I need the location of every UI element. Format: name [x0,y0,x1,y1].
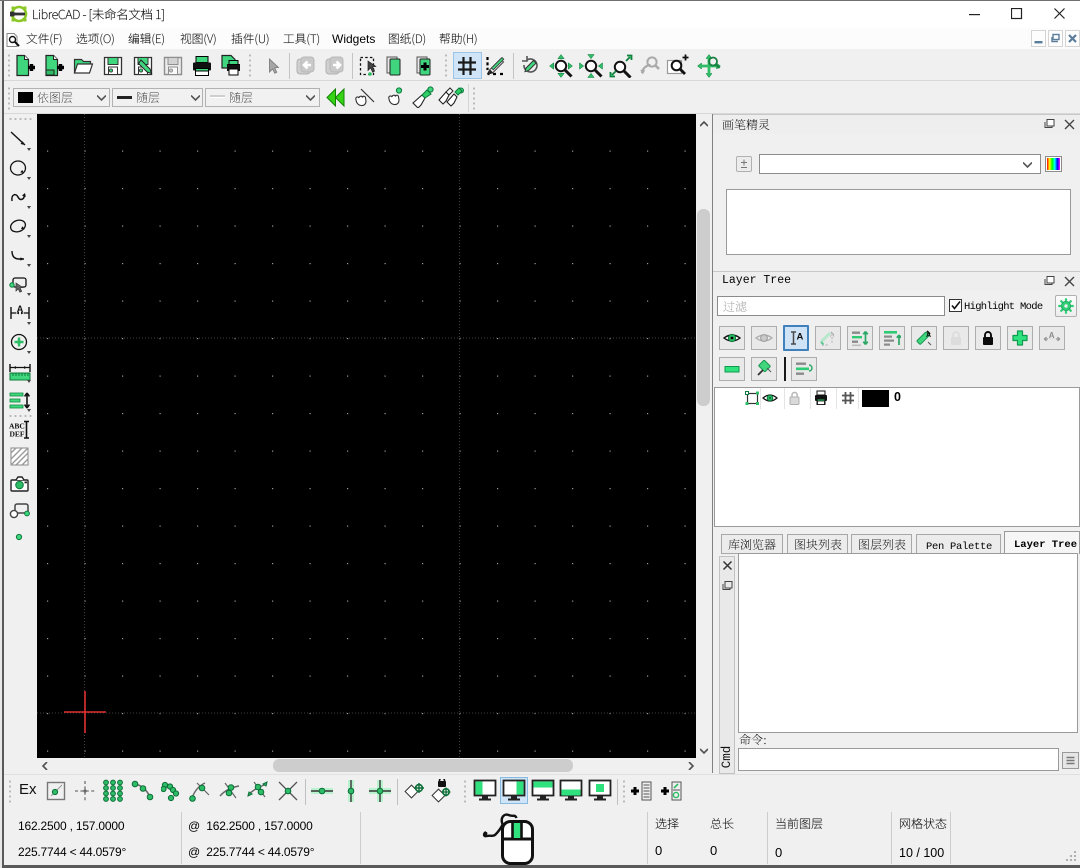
svg-text:A: A [17,304,24,314]
svg-text:DEF: DEF [10,430,25,439]
svg-text:A: A [926,332,931,339]
svg-text:A: A [797,332,804,343]
svg-text:A: A [830,332,835,339]
